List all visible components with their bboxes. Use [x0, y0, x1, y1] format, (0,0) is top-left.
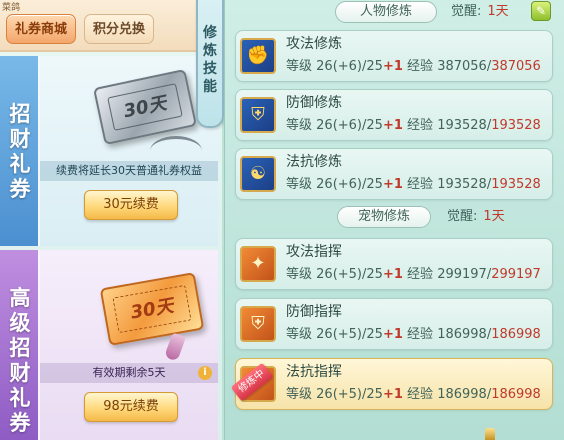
- exp-label: 经验: [407, 387, 434, 402]
- tab-coupon-shop[interactable]: 礼券商城: [6, 14, 76, 44]
- skill-stats: 等级 26(+6)/25+1 经验 193528/193528: [286, 176, 541, 194]
- coupon-card-title: 招财礼券: [9, 102, 31, 201]
- renew-98-button[interactable]: 98元续费: [84, 392, 178, 422]
- character-section-title: 人物修炼: [335, 1, 437, 23]
- exp-label: 经验: [407, 118, 434, 133]
- exp-max: 186998: [491, 387, 541, 402]
- exp-max: 387056: [491, 59, 541, 74]
- skill-stats: 等级 26(+5)/25+1 经验 186998/186998: [286, 386, 541, 404]
- edit-note-icon[interactable]: ✎: [531, 1, 551, 21]
- tassel-icon: [163, 332, 187, 362]
- shield-icon: ⛨: [240, 97, 276, 133]
- skill-row[interactable]: ☯ 法抗修炼 等级 26(+6)/25+1 经验 193528/193528: [235, 148, 553, 200]
- skill-stats: 等级 26(+6)/25+1 经验 193528/193528: [286, 117, 541, 135]
- skill-name: 防御修炼: [286, 95, 342, 111]
- exp-max: 193528: [491, 177, 541, 192]
- tab-points-exchange[interactable]: 积分兑换: [84, 14, 154, 44]
- exp-value: 299197/: [437, 267, 492, 282]
- ticket-days-label: 30天: [107, 83, 183, 131]
- level-label: 等级: [286, 118, 313, 133]
- remaining-validity-text: 有效期剩余5天: [92, 366, 166, 379]
- exp-label: 经验: [407, 327, 434, 342]
- level-bonus: +1: [382, 387, 403, 402]
- level-label: 等级: [286, 267, 313, 282]
- skill-name: 防御指挥: [286, 304, 342, 320]
- taiji-icon: ☯: [240, 156, 276, 192]
- coupon-card-note: 有效期剩余5天 i: [40, 363, 218, 383]
- level-bonus: +1: [382, 59, 403, 74]
- exp-label: 经验: [407, 267, 434, 282]
- gold-ticket-icon: 30天: [99, 272, 205, 346]
- character-awaken: 觉醒: 1天: [451, 3, 509, 21]
- skill-name: 法抗指挥: [286, 364, 342, 380]
- coupon-card-side-banner: 招财礼券: [0, 56, 40, 246]
- exp-value: 186998/: [437, 387, 492, 402]
- cultivation-skill-tab[interactable]: 修炼技能: [196, 0, 224, 128]
- exp-label: 经验: [407, 177, 434, 192]
- coupon-card-note: 续费将延长30天普通礼券权益: [40, 161, 218, 181]
- awaken-value: 1天: [487, 4, 509, 19]
- skill-stats: 等级 26(+5)/25+1 经验 299197/299197: [286, 266, 541, 284]
- coupon-card-title: 高级招财礼券: [9, 286, 31, 435]
- skill-row-selected[interactable]: ✧ 修炼中 法抗指挥 等级 26(+5)/25+1 经验 186998/1869…: [230, 358, 553, 410]
- silver-ticket-icon: 30天: [92, 68, 198, 146]
- exp-max: 299197: [491, 267, 541, 282]
- coupon-card-normal: 招财礼券 30天 续费将延长30天普通礼券权益 30元续费: [0, 56, 218, 246]
- exp-max: 186998: [491, 327, 541, 342]
- exp-value: 193528/: [437, 177, 492, 192]
- level-value: 26(+6)/25: [316, 118, 383, 133]
- level-bonus: +1: [382, 327, 403, 342]
- level-value: 26(+5)/25: [316, 267, 383, 282]
- level-bonus: +1: [382, 118, 403, 133]
- cultivation-skill-tab-label: 修炼技能: [203, 25, 217, 95]
- level-label: 等级: [286, 327, 313, 342]
- skill-stats: 等级 26(+6)/25+1 经验 387056/387056: [286, 58, 541, 76]
- skill-row[interactable]: ⛨ 防御指挥 等级 26(+5)/25+1 经验 186998/186998: [235, 298, 553, 350]
- paw-attack-icon: ✦: [240, 246, 276, 282]
- skill-stats: 等级 26(+5)/25+1 经验 186998/186998: [286, 326, 541, 344]
- exp-value: 186998/: [437, 327, 492, 342]
- exp-value: 193528/: [437, 118, 492, 133]
- skill-name: 攻法指挥: [286, 244, 342, 260]
- fist-icon: ✊: [240, 38, 276, 74]
- coupon-card-premium: 高级招财礼券 30天 有效期剩余5天 i 98元续费: [0, 250, 218, 440]
- ticket-days-label: 30天: [112, 284, 192, 334]
- pet-section-title: 宠物修炼: [337, 206, 431, 228]
- info-icon[interactable]: i: [198, 366, 212, 380]
- skill-panel: 人物修炼 觉醒: 1天 ✎ ✊ 攻法修炼 等级 26(+6)/25+1 经验 38…: [224, 0, 564, 440]
- level-bonus: +1: [382, 267, 403, 282]
- level-label: 等级: [286, 387, 313, 402]
- level-label: 等级: [286, 177, 313, 192]
- awaken-value: 1天: [483, 209, 505, 224]
- skill-name: 法抗修炼: [286, 154, 342, 170]
- pet-awaken: 觉醒: 1天: [447, 208, 505, 226]
- skill-row[interactable]: ✊ 攻法修炼 等级 26(+6)/25+1 经验 387056/387056: [235, 30, 553, 82]
- exp-value: 387056/: [437, 59, 492, 74]
- level-value: 26(+5)/25: [316, 387, 383, 402]
- level-value: 26(+5)/25: [316, 327, 383, 342]
- shop-tab-bar: 菜鸽 礼券商城 积分兑换: [0, 0, 222, 52]
- lantern-icon: [485, 428, 495, 440]
- level-bonus: +1: [382, 177, 403, 192]
- level-label: 等级: [286, 59, 313, 74]
- skill-row[interactable]: ✦ 攻法指挥 等级 26(+5)/25+1 经验 299197/299197: [235, 238, 553, 290]
- level-value: 26(+6)/25: [316, 59, 383, 74]
- shop-panel: 菜鸽 礼券商城 积分兑换 招财礼券 30天 续费将延长30天普通礼券权益 30元…: [0, 0, 222, 440]
- awaken-label: 觉醒:: [451, 4, 482, 19]
- exp-max: 193528: [491, 118, 541, 133]
- level-value: 26(+6)/25: [316, 177, 383, 192]
- skill-name: 攻法修炼: [286, 36, 342, 52]
- coupon-card-side-banner: 高级招财礼券: [0, 250, 40, 440]
- exp-label: 经验: [407, 59, 434, 74]
- skill-row[interactable]: ⛨ 防御修炼 等级 26(+6)/25+1 经验 193528/193528: [235, 89, 553, 141]
- paw-shield-icon: ⛨: [240, 306, 276, 342]
- awaken-label: 觉醒:: [447, 209, 478, 224]
- renew-30-button[interactable]: 30元续费: [84, 190, 178, 220]
- corner-label: 菜鸽: [2, 3, 21, 13]
